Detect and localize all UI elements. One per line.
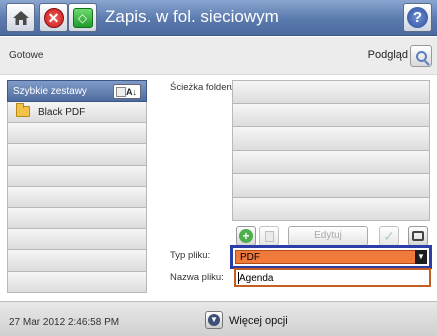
home-button[interactable] [6, 3, 35, 32]
chevron-down-icon: ▼ [208, 314, 220, 326]
list-item[interactable] [7, 250, 147, 272]
address-book-icon [412, 231, 424, 241]
folder-path-row[interactable] [232, 103, 430, 127]
folder-path-row[interactable] [232, 197, 430, 221]
file-name-value: Agenda [239, 273, 274, 284]
home-icon [12, 10, 29, 25]
checkbox-icon [116, 87, 126, 97]
file-type-label: Typ pliku: [170, 250, 211, 261]
file-type-select[interactable]: PDF ▼ [235, 250, 427, 264]
sort-icon: A↓ [126, 86, 137, 97]
datetime: 27 Mar 2012 2:46:58 PM [9, 317, 120, 328]
stop-icon: ✕ [43, 7, 64, 28]
file-type-value: PDF [240, 252, 260, 263]
trash-icon [264, 230, 274, 242]
start-button[interactable]: ◇ [68, 3, 97, 32]
chevron-down-icon[interactable]: ▼ [415, 250, 427, 264]
list-item[interactable] [7, 271, 147, 293]
check-button[interactable]: ✓ [379, 226, 399, 246]
folder-path-label: Ścieżka folderu [170, 82, 235, 93]
folder-path-row[interactable] [232, 127, 430, 151]
sort-toggle[interactable]: A↓ [113, 84, 141, 99]
help-button[interactable]: ? [403, 3, 432, 32]
start-icon: ◇ [72, 7, 93, 28]
folder-path-row[interactable] [232, 80, 430, 104]
list-item-label: Black PDF [38, 107, 86, 118]
file-name-label: Nazwa pliku: [170, 272, 224, 283]
more-options-label[interactable]: Więcej opcji [229, 315, 288, 327]
file-type-highlight: PDF ▼ [230, 245, 432, 269]
delete-button[interactable] [259, 226, 279, 246]
quick-sets-header: Szybkie zestawy A↓ [7, 80, 147, 102]
folder-path-list [232, 80, 430, 221]
preview-label[interactable]: Podgląd [368, 49, 408, 61]
page-title: Zapis. w fol. sieciowym [105, 7, 279, 26]
check-icon: ✓ [383, 228, 395, 244]
preview-button[interactable] [410, 45, 432, 67]
help-icon: ? [407, 7, 428, 28]
folder-icon [16, 103, 30, 117]
list-item[interactable] [7, 165, 147, 187]
status-text: Gotowe [9, 50, 44, 61]
list-item[interactable]: Black PDF [7, 102, 147, 124]
magnifier-icon [415, 50, 427, 62]
more-options-button[interactable]: ▼ [205, 311, 223, 329]
address-book-button[interactable] [408, 226, 428, 246]
add-folder-button[interactable]: + [236, 226, 256, 246]
file-name-field[interactable]: Agenda [234, 268, 431, 287]
title-bar: ✕ ◇ Zapis. w fol. sieciowym ? [0, 0, 437, 36]
list-item[interactable] [7, 207, 147, 230]
stop-button[interactable]: ✕ [39, 3, 68, 32]
list-item[interactable] [7, 186, 147, 208]
footer-bar: 27 Mar 2012 2:46:58 PM ▼ Więcej opcji [0, 301, 437, 336]
folder-path-row[interactable] [232, 174, 430, 198]
folder-path-row[interactable] [232, 150, 430, 174]
list-item[interactable] [7, 229, 147, 251]
list-item[interactable] [7, 144, 147, 166]
quick-sets-title: Szybkie zestawy [13, 86, 87, 97]
list-item[interactable] [7, 123, 147, 145]
plus-icon: + [239, 229, 253, 243]
quick-sets-list: Black PDF [7, 102, 147, 293]
edit-button[interactable]: Edytuj [288, 226, 368, 246]
status-bar: Gotowe Podgląd [0, 37, 437, 75]
